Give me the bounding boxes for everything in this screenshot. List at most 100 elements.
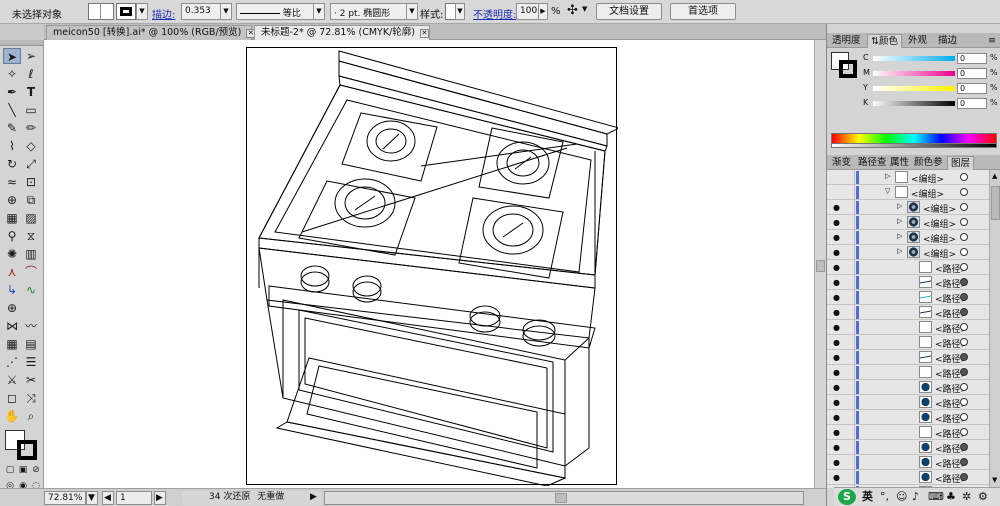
stroke-link[interactable]: 描边: [152,6,175,21]
cyan-value[interactable]: 0 [957,53,987,64]
lock-toggle[interactable] [843,350,855,365]
width-tool-icon[interactable]: ↳ [3,282,21,298]
skin-icon[interactable]: ♣ [946,489,956,505]
scroll-thumb[interactable] [816,260,825,272]
scroll-up-icon[interactable]: ▲ [992,172,997,180]
black-value[interactable]: 0 [957,98,987,109]
tools-panel-grip[interactable] [0,40,43,46]
blend-tool-icon[interactable]: ⧖ [22,228,40,244]
layer-row[interactable]: ● ▷ <编组> [827,200,989,215]
target-circle-icon[interactable] [960,398,968,406]
visibility-eye-icon[interactable]: ● [833,279,840,287]
scissors-tool-icon[interactable]: ✂ [22,372,40,388]
visibility-eye-icon[interactable]: ● [833,414,840,422]
visibility-eye-icon[interactable]: ● [833,474,840,482]
visibility-eye-icon[interactable]: ● [833,264,840,272]
stroke-swatch[interactable] [116,3,136,20]
visibility-eye-icon[interactable]: ● [833,234,840,242]
horizontal-scrollbar[interactable] [324,491,804,505]
column-graph-tool-icon[interactable]: ▥ [22,246,40,262]
visibility-eye-icon[interactable]: ● [833,354,840,362]
lock-toggle[interactable] [843,215,855,230]
expand-triangle-icon[interactable]: ▷ [897,217,902,225]
layer-row[interactable]: ▽ <编组> [827,185,989,200]
expand-triangle-icon[interactable]: ▷ [897,247,902,255]
target-circle-icon[interactable] [960,218,968,226]
artboard-number-field[interactable]: 1 [116,491,152,505]
list-tool-icon[interactable]: ☰ [22,354,40,370]
panel-menu-icon[interactable]: ≡ [985,34,999,48]
lock-toggle[interactable] [843,395,855,410]
pen-tool-icon[interactable]: ✒ [3,84,21,100]
target-circle-icon[interactable] [960,413,968,421]
visibility-eye-icon[interactable]: ● [833,219,840,227]
blob-brush-tool-icon[interactable]: ⌇ [3,138,21,154]
gradient-tool-icon[interactable]: ▨ [22,210,40,226]
artboard[interactable] [246,47,621,487]
reshape-tool-icon[interactable]: ⌒ [22,264,40,280]
visibility-eye-icon[interactable]: ● [833,204,840,212]
sogou-ime-icon[interactable]: S [838,489,856,505]
symbol-sprayer-tool-icon[interactable]: ✺ [3,246,21,262]
tab-pathfinder[interactable]: 路径查 [855,156,890,170]
line-tool-icon[interactable]: ╲ [3,102,21,118]
layer-row[interactable]: ●<路径> [827,425,989,440]
magic-wand-tool-icon[interactable]: ✧ [3,66,21,82]
layer-row[interactable]: ●<路径> [827,380,989,395]
preferences-button[interactable]: 首选项 [670,3,736,20]
layer-name[interactable]: <编组> [923,247,956,260]
layer-name[interactable]: <编组> [911,172,944,185]
target-circle-icon[interactable] [960,263,968,271]
selection-tool-icon[interactable]: ➤ [3,48,21,64]
tab-appearance[interactable]: 外观 [905,34,930,48]
visibility-eye-icon[interactable]: ● [833,429,840,437]
target-circle-icon[interactable] [960,233,968,241]
collapse-triangle-icon[interactable]: ▽ [885,187,890,195]
layer-row[interactable]: ●<路径> [827,455,989,470]
lock-toggle[interactable] [843,425,855,440]
yellow-slider-row[interactable]: Y 0 % [863,83,999,95]
opacity-caret[interactable]: ▶ [538,3,548,20]
layer-name[interactable]: <编组> [923,202,956,215]
layer-row[interactable]: ●<路径> [827,365,989,380]
canvas-area[interactable] [44,40,814,488]
paintbrush-tool-icon[interactable]: ✎ [3,120,21,136]
tab-attributes[interactable]: 属性 [887,156,912,170]
layer-row[interactable]: ▷ <编组> [827,170,989,185]
emoji-icon[interactable]: ☺ [896,489,907,505]
lock-toggle[interactable] [843,440,855,455]
lock-toggle[interactable] [843,335,855,350]
layer-name[interactable]: <编组> [923,232,956,245]
visibility-eye-icon[interactable]: ● [833,444,840,452]
tab-stroke[interactable]: 描边 [935,34,960,48]
none-mode-icon[interactable]: ⊘ [27,462,45,478]
black-slider-row[interactable]: K 0 % [863,98,999,110]
lock-toggle[interactable] [843,275,855,290]
magenta-slider[interactable] [873,71,955,76]
settings-icon[interactable]: ⚙ [978,489,988,505]
visibility-eye-icon[interactable]: ● [833,399,840,407]
lock-toggle[interactable] [843,320,855,335]
target-circle-icon[interactable] [960,203,968,211]
grayscale-ramp[interactable] [831,144,997,148]
hand-tool-icon[interactable]: ✋ [3,408,21,424]
warp-tool-icon[interactable]: ≈ [3,174,21,190]
first-artboard-icon[interactable]: ◀ [102,491,114,505]
target-circle-icon[interactable] [960,323,968,331]
rotate-tool-icon[interactable]: ↻ [3,156,21,172]
twist-tool-icon[interactable]: ⋰ [3,354,21,370]
visibility-eye-icon[interactable]: ● [833,384,840,392]
pencil-tool-icon[interactable]: ✏ [22,120,40,136]
visibility-eye-icon[interactable]: ● [833,249,840,257]
target-circle-icon[interactable] [960,353,968,361]
scroll-thumb[interactable] [555,493,567,503]
tab-untitled-2[interactable]: 未标题-2* @ 72.81% (CMYK/轮廓) ✕ [254,25,430,40]
lock-toggle[interactable] [843,365,855,380]
target-circle-icon[interactable] [960,173,968,181]
layer-row[interactable]: ● ▷ <编组> [827,215,989,230]
knife-tool-icon[interactable]: ⤨ [22,390,40,406]
profile-dropdown[interactable]: 等比 [236,3,314,20]
lock-toggle[interactable] [843,185,855,200]
wave-tool-icon[interactable]: 〰 [22,318,40,334]
convert-anchor-tool-icon[interactable]: ⋏ [3,264,21,280]
